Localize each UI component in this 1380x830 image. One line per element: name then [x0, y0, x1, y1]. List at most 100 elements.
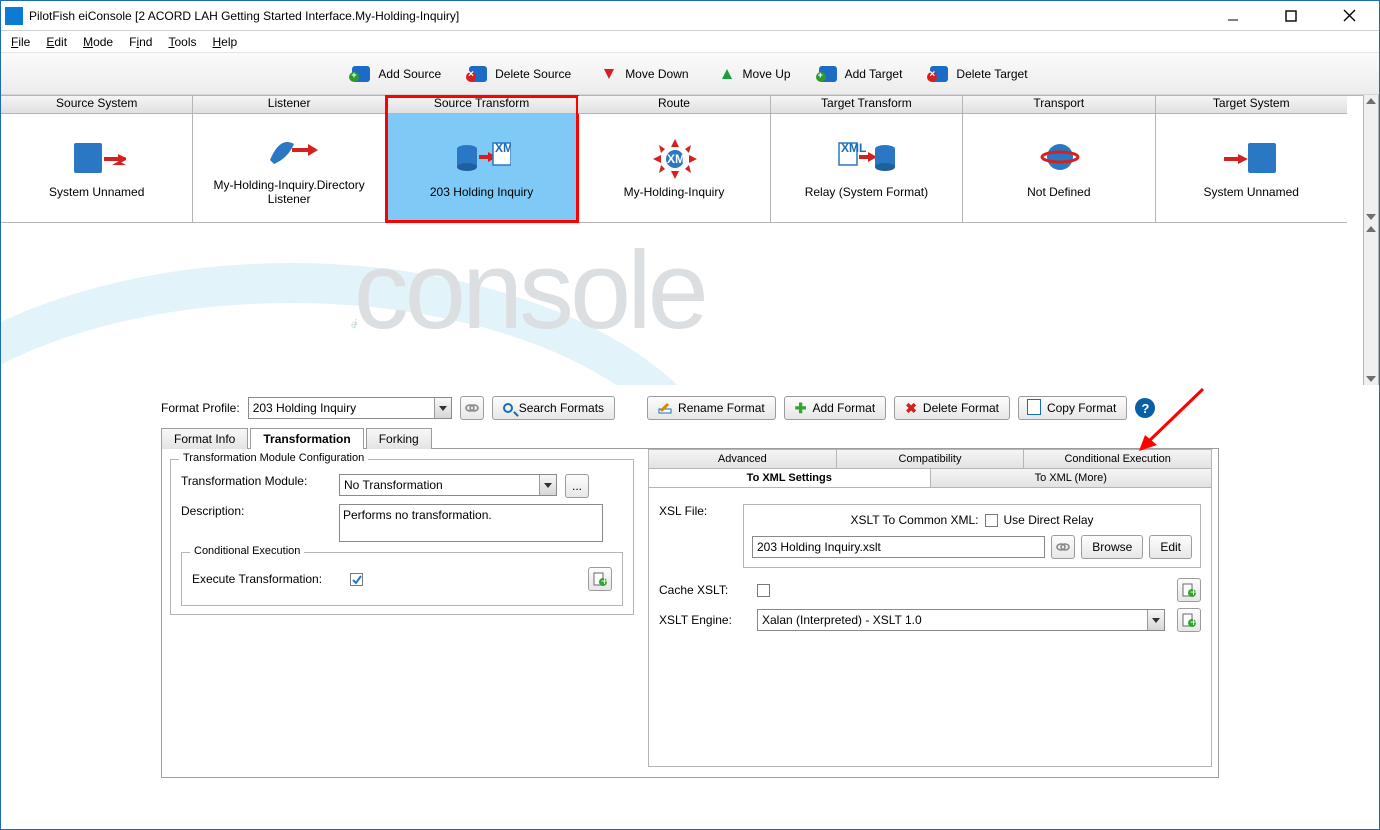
add-target-icon — [819, 64, 839, 84]
delete-format-label: Delete Format — [923, 401, 999, 415]
pipeline-scrollbar[interactable] — [1363, 95, 1379, 223]
execute-transformation-checkbox[interactable] — [350, 573, 363, 586]
xsl-link-button[interactable] — [1051, 535, 1075, 559]
delete-target-button[interactable]: Delete Target — [930, 64, 1027, 84]
stage-source-system[interactable]: Source System System Unnamed — [1, 96, 193, 222]
menu-find[interactable]: Find — [129, 35, 152, 49]
stage-transport[interactable]: Transport Not Defined — [963, 96, 1155, 222]
xsl-file-input[interactable]: 203 Holding Inquiry.xslt — [752, 536, 1045, 558]
tab-transformation[interactable]: Transformation — [250, 428, 363, 449]
description-label: Description: — [181, 504, 331, 518]
maximize-icon — [1285, 10, 1297, 22]
engine-config-button[interactable]: + — [1177, 608, 1201, 632]
stage-header: Target Transform — [771, 96, 962, 114]
chevron-down-icon[interactable] — [539, 475, 556, 495]
subtab-to-xml-more[interactable]: To XML (More) — [931, 469, 1212, 487]
format-profile-select[interactable] — [248, 397, 452, 419]
menu-mode[interactable]: Mode — [83, 35, 113, 49]
maximize-button[interactable] — [1271, 5, 1311, 27]
rename-format-button[interactable]: Rename Format — [647, 396, 776, 420]
move-down-button[interactable]: Move Down — [599, 64, 688, 84]
stage-label: My-Holding-Inquiry.Directory Listener — [193, 178, 384, 206]
stage-source-transform[interactable]: Source Transform XML203 Holding Inquiry — [386, 96, 578, 222]
stage-label: System Unnamed — [49, 185, 144, 199]
move-down-icon — [599, 64, 619, 84]
stage-label: System Unnamed — [1204, 185, 1299, 199]
search-formats-label: Search Formats — [519, 401, 604, 415]
menu-tools[interactable]: Tools — [168, 35, 196, 49]
help-button[interactable]: ? — [1135, 398, 1155, 418]
search-formats-button[interactable]: Search Formats — [492, 396, 615, 420]
app-icon — [5, 7, 23, 25]
stage-target-transform[interactable]: Target Transform XMLRelay (System Format… — [771, 96, 963, 222]
pipeline-wrapper: Source System System Unnamed Listener My… — [1, 95, 1379, 223]
copy-format-button[interactable]: Copy Format — [1018, 396, 1127, 420]
link-icon — [465, 403, 479, 413]
tab-format-info[interactable]: Format Info — [161, 428, 248, 449]
subtab-to-xml[interactable]: To XML Settings — [649, 469, 931, 487]
close-icon — [1343, 9, 1356, 22]
use-direct-relay-checkbox[interactable] — [985, 514, 998, 527]
stage-header: Source System — [1, 96, 192, 114]
transformation-left-panel: Transformation Module Configuration Tran… — [162, 449, 642, 777]
add-target-button[interactable]: Add Target — [819, 64, 903, 84]
delete-format-button[interactable]: ✖Delete Format — [894, 396, 1010, 420]
cache-xslt-checkbox[interactable] — [757, 584, 770, 597]
plus-icon: ✚ — [795, 400, 807, 417]
transform-to-xml-icon: XML — [453, 137, 511, 179]
xslt-engine-select[interactable] — [757, 609, 1165, 631]
watermark-scrollbar[interactable] — [1363, 223, 1379, 385]
link-button[interactable] — [460, 396, 484, 420]
stage-header: Listener — [193, 96, 384, 114]
description-textarea[interactable]: Performs no transformation. — [339, 504, 603, 542]
xslt-common-label: XSLT To Common XML: — [850, 513, 978, 527]
copy-format-label: Copy Format — [1047, 401, 1116, 415]
conditional-config-button[interactable]: + — [588, 567, 612, 591]
module-browse-button[interactable]: ... — [565, 474, 589, 498]
add-source-button[interactable]: Add Source — [352, 64, 441, 84]
xsl-edit-button[interactable]: Edit — [1149, 535, 1192, 559]
svg-text:XML: XML — [495, 141, 511, 155]
xsl-file-box: XSLT To Common XML: Use Direct Relay 203… — [743, 504, 1201, 568]
subtab-compatibility[interactable]: Compatibility — [837, 450, 1025, 468]
menu-file[interactable]: File — [11, 35, 30, 49]
search-icon — [503, 403, 513, 413]
move-down-label: Move Down — [625, 67, 688, 81]
fieldset-legend: Conditional Execution — [190, 545, 304, 557]
delete-source-icon — [469, 64, 489, 84]
tab-forking[interactable]: Forking — [366, 428, 432, 449]
to-xml-settings-panel: XSL File: XSLT To Common XML: Use Direct… — [648, 487, 1212, 767]
add-format-button[interactable]: ✚ Add Format — [784, 396, 886, 420]
server-in-icon — [1222, 137, 1280, 179]
move-up-button[interactable]: Move Up — [717, 64, 791, 84]
cache-xslt-label: Cache XSLT: — [659, 583, 749, 597]
menu-help[interactable]: Help — [212, 35, 237, 49]
stage-route[interactable]: Route XMLMy-Holding-Inquiry — [578, 96, 770, 222]
chevron-down-icon[interactable] — [1147, 610, 1164, 630]
menu-edit[interactable]: Edit — [46, 35, 67, 49]
stage-listener[interactable]: Listener My-Holding-Inquiry.Directory Li… — [193, 96, 385, 222]
xslt-engine-value[interactable] — [758, 610, 1147, 630]
stage-target-system[interactable]: Target System System Unnamed — [1156, 96, 1347, 222]
close-button[interactable] — [1329, 5, 1369, 27]
pipeline-stages: Source System System Unnamed Listener My… — [1, 95, 1347, 223]
transformation-module-select[interactable] — [339, 474, 557, 496]
transformation-module-label: Transformation Module: — [181, 474, 331, 488]
xsl-file-label: XSL File: — [659, 504, 735, 518]
chevron-down-icon[interactable] — [434, 398, 451, 418]
stage-label: My-Holding-Inquiry — [624, 185, 725, 199]
svg-text:XML: XML — [667, 152, 692, 166]
delete-source-button[interactable]: Delete Source — [469, 64, 571, 84]
stage-label: 203 Holding Inquiry — [430, 185, 533, 199]
subtab-conditional[interactable]: Conditional Execution — [1024, 450, 1211, 468]
stage-label: Relay (System Format) — [805, 185, 928, 199]
svg-text:+: + — [601, 574, 607, 586]
subtab-advanced[interactable]: Advanced — [649, 450, 837, 468]
transformation-module-value[interactable] — [340, 475, 539, 495]
cache-config-button[interactable]: + — [1177, 578, 1201, 602]
use-direct-relay-label: Use Direct Relay — [1004, 513, 1094, 527]
format-profile-value[interactable] — [249, 398, 434, 418]
xsl-browse-button[interactable]: Browse — [1081, 535, 1143, 559]
add-format-label: Add Format — [812, 401, 875, 415]
minimize-button[interactable] — [1213, 5, 1253, 27]
